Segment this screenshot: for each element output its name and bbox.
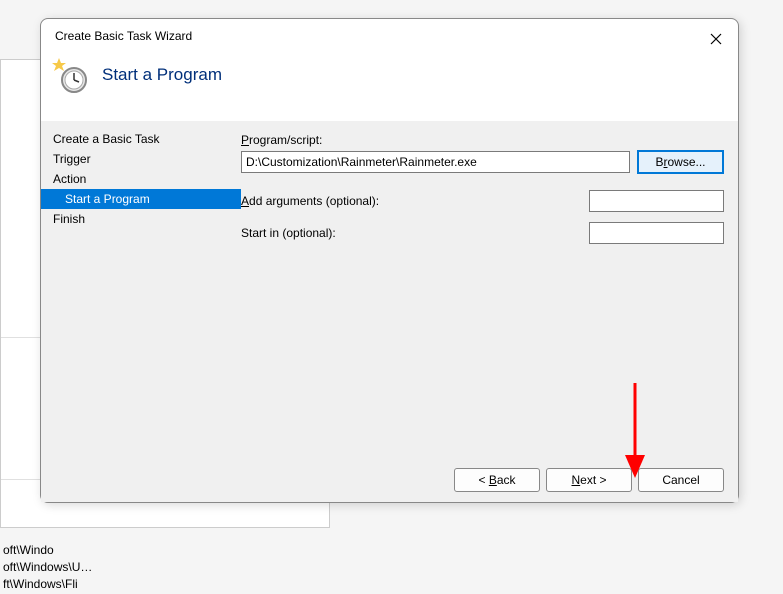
program-script-label: Program/script: (241, 133, 724, 147)
clock-wizard-icon (52, 58, 90, 96)
wizard-dialog: Create Basic Task Wizard Start a Program… (40, 18, 739, 503)
add-arguments-label: Add arguments (optional): (241, 194, 379, 208)
sidebar-item-finish[interactable]: Finish (41, 209, 241, 229)
next-button[interactable]: Next > (546, 468, 632, 492)
back-button[interactable]: < Back (454, 468, 540, 492)
wizard-header: Start a Program (41, 53, 738, 121)
sidebar-item-create-task[interactable]: Create a Basic Task (41, 129, 241, 149)
start-in-label: Start in (optional): (241, 226, 336, 240)
sidebar-item-action[interactable]: Action (41, 169, 241, 189)
list-item: oft\Windows\U… (1, 560, 331, 577)
browse-button[interactable]: Browse... (637, 150, 724, 174)
start-in-input[interactable] (589, 222, 724, 244)
page-title: Start a Program (102, 65, 222, 85)
title-bar: Create Basic Task Wizard (41, 19, 738, 53)
close-icon (710, 33, 722, 45)
wizard-body: Create a Basic Task Trigger Action Start… (41, 121, 738, 457)
program-script-input[interactable] (241, 151, 630, 173)
sidebar-item-trigger[interactable]: Trigger (41, 149, 241, 169)
list-item: oft\Windo (1, 543, 331, 560)
sidebar-item-start-program[interactable]: Start a Program (41, 189, 241, 209)
close-button[interactable] (704, 27, 728, 51)
window-title: Create Basic Task Wizard (55, 29, 192, 43)
form-area: Program/script: Browse... // fix browse … (241, 133, 724, 254)
add-arguments-input[interactable] (589, 190, 724, 212)
list-item: ft\Windows\Fli (1, 577, 331, 594)
wizard-footer: < Back Next > Cancel (41, 457, 738, 502)
wizard-steps-sidebar: Create a Basic Task Trigger Action Start… (41, 129, 241, 229)
cancel-button[interactable]: Cancel (638, 468, 724, 492)
